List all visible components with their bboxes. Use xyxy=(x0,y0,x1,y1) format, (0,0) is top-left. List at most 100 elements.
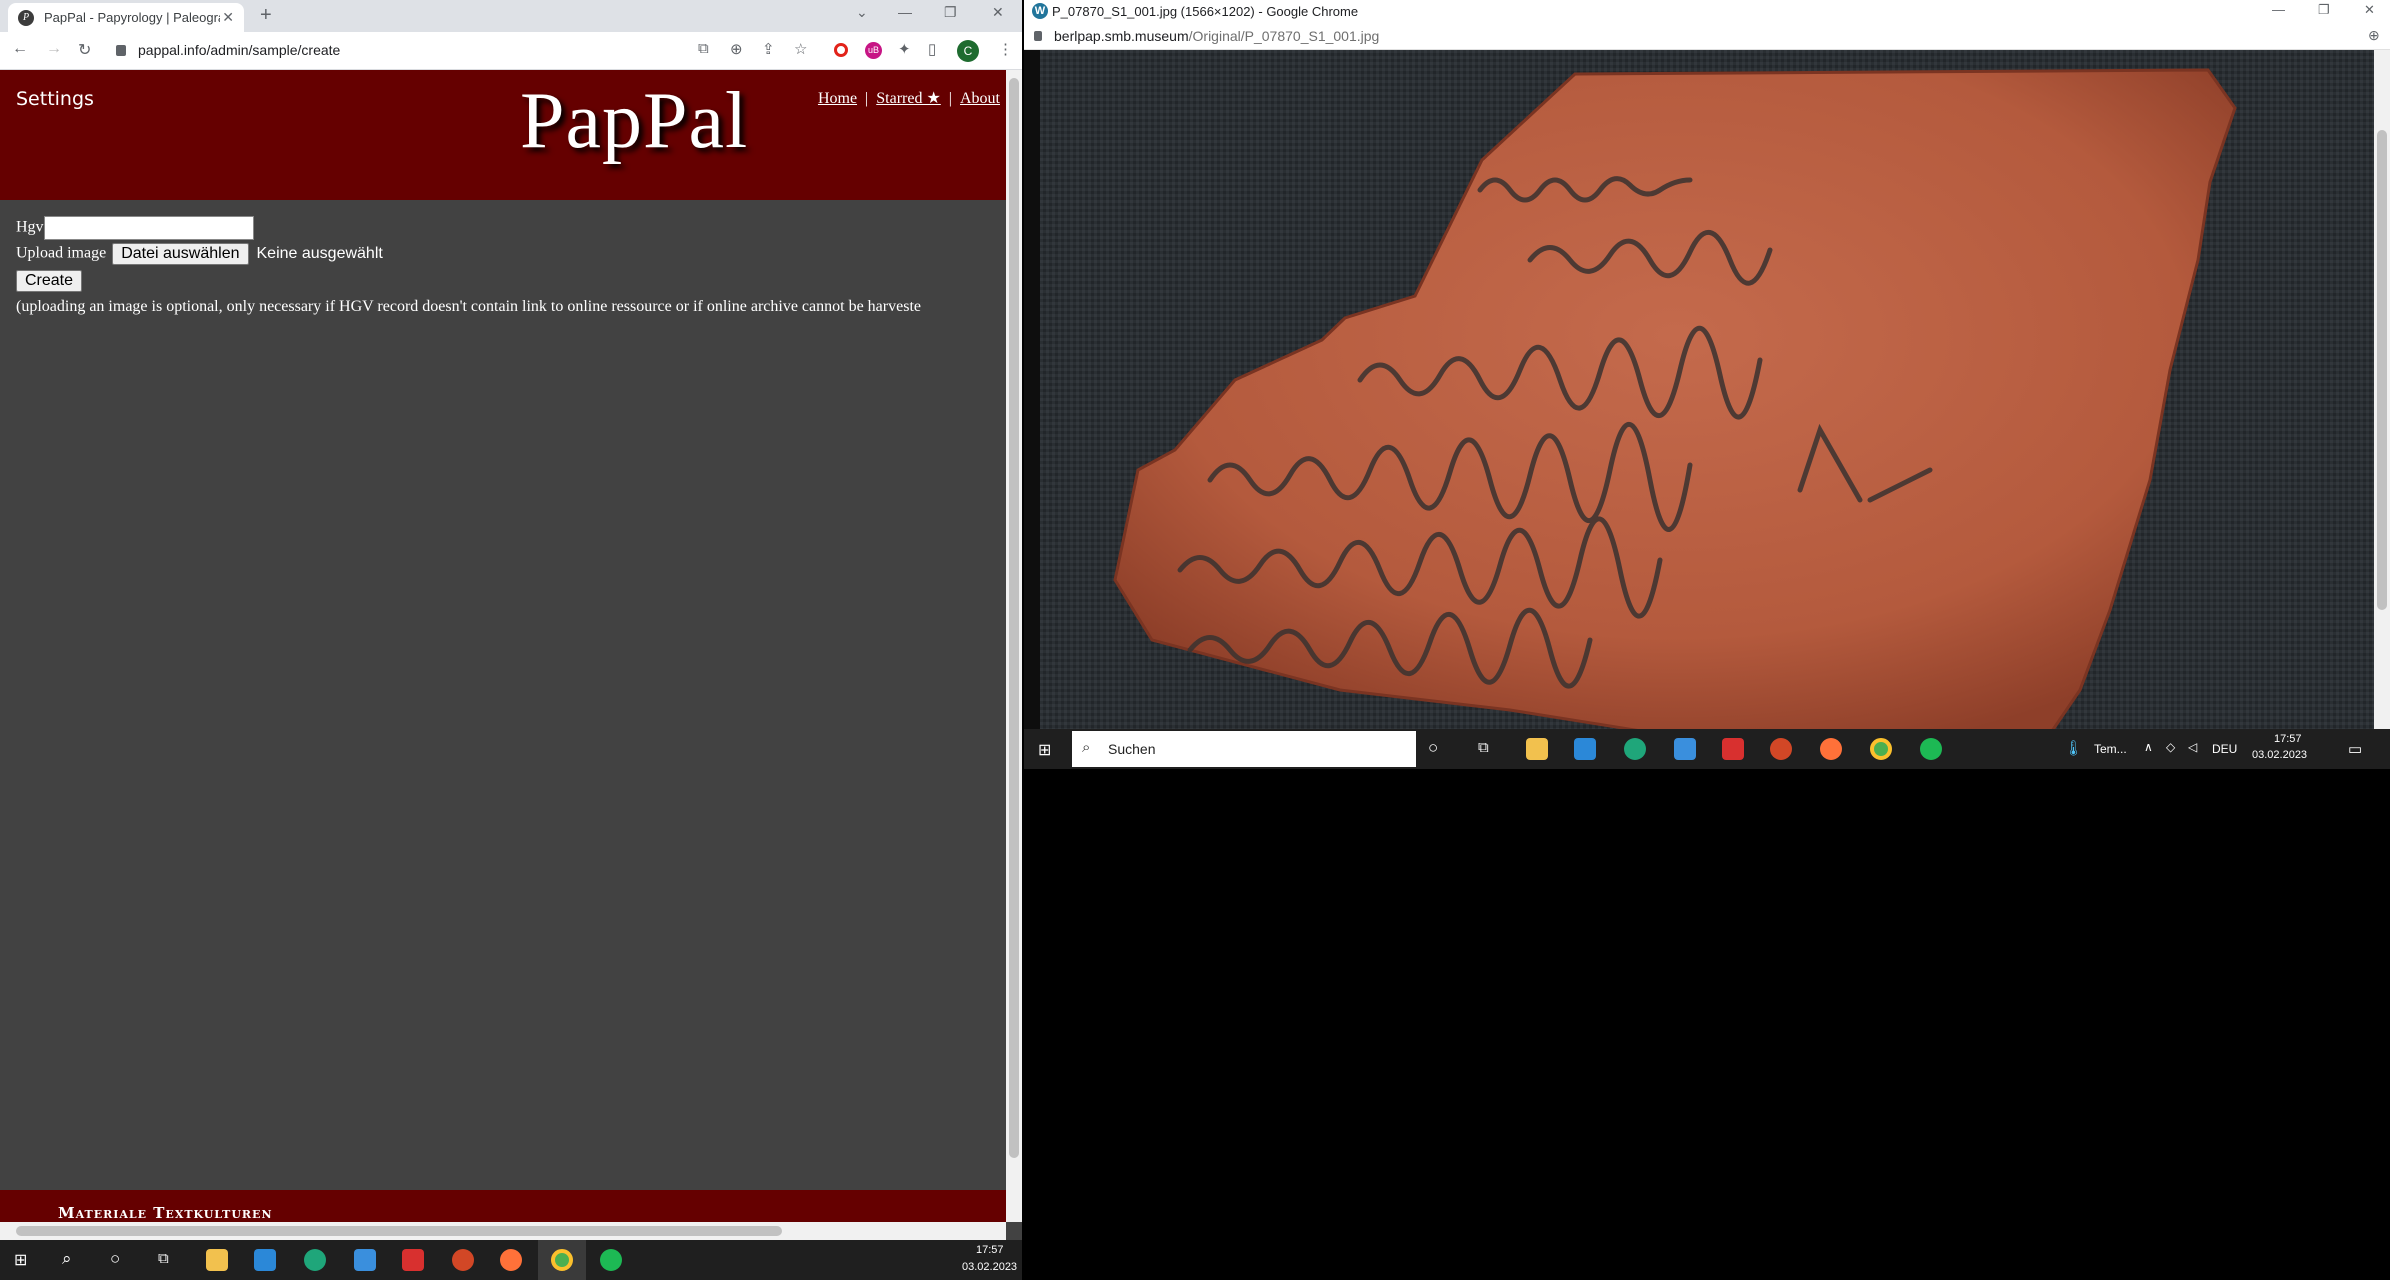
bottom-chrome-icon[interactable] xyxy=(551,1249,573,1271)
bottom-start-icon[interactable]: ⊞ xyxy=(14,1250,27,1270)
extension-magenta-icon[interactable]: uB xyxy=(865,42,882,59)
bottom-acrobat-icon[interactable] xyxy=(402,1249,424,1271)
search-placeholder: Suchen xyxy=(1108,741,1156,757)
right-address-bar[interactable]: berlpap.smb.museum/Original/P_07870_S1_0… xyxy=(1024,22,2390,50)
create-button[interactable]: Create xyxy=(16,270,83,292)
site-favicon-icon: P xyxy=(18,9,34,26)
vertical-scroll-thumb[interactable] xyxy=(1009,78,1019,1158)
bottom-tray-date[interactable]: 03.02.2023 xyxy=(962,1261,1017,1273)
bottom-search-icon[interactable]: ⌕ xyxy=(62,1249,72,1269)
bottom-taskbar: ⊞ ⌕ ○ ⧉ 17:57 03.02.2023 xyxy=(0,1240,1022,1280)
right-lock-icon xyxy=(1034,31,1042,41)
bottom-powerpoint-icon[interactable] xyxy=(452,1249,474,1271)
bottom-task-view-icon[interactable]: ⧉ xyxy=(158,1250,169,1267)
url-text: pappal.info/admin/sample/create xyxy=(138,42,341,58)
weather-text[interactable]: Tem... xyxy=(2094,742,2127,756)
cortana-icon[interactable]: ○ xyxy=(1428,738,1438,758)
bottom-cortana-icon[interactable]: ○ xyxy=(110,1249,120,1269)
restore-icon[interactable]: ❐ xyxy=(944,4,957,21)
extensions-puzzle-icon[interactable]: ✦ xyxy=(898,40,911,58)
hgv-input[interactable] xyxy=(43,216,254,240)
vertical-scrollbar[interactable] xyxy=(1006,70,1022,1222)
horizontal-scrollbar[interactable] xyxy=(0,1222,1006,1240)
right-title-bar: W P_07870_S1_001.jpg (1566×1202) - Googl… xyxy=(1024,0,2390,22)
powerpoint-icon[interactable] xyxy=(1770,738,1792,760)
image-viewer[interactable] xyxy=(1040,50,2374,734)
upload-label: Upload image xyxy=(16,244,107,262)
address-bar[interactable]: pappal.info/admin/sample/create xyxy=(116,42,340,58)
network-icon[interactable]: ◇ xyxy=(2166,740,2175,754)
tab-search-icon[interactable]: ⌄ xyxy=(856,4,868,21)
search-icon: ⌕ xyxy=(1082,739,1091,756)
choose-file-button[interactable]: Datei auswählen xyxy=(112,243,249,265)
edge-icon[interactable] xyxy=(1624,738,1646,760)
task-view-icon[interactable]: ⧉ xyxy=(1478,739,1489,756)
tray-chevron-icon[interactable]: ∧ xyxy=(2144,740,2153,754)
bottom-store-icon[interactable] xyxy=(254,1249,276,1271)
notification-icon[interactable]: ▭ xyxy=(2348,740,2362,758)
right-minimize-icon[interactable]: — xyxy=(2272,2,2285,17)
file-explorer-icon[interactable] xyxy=(1526,738,1548,760)
lock-icon xyxy=(116,45,126,56)
chrome-icon[interactable] xyxy=(1870,738,1892,760)
file-status-text: Keine ausgewählt xyxy=(256,244,383,262)
upload-note: (uploading an image is optional, only ne… xyxy=(16,298,921,315)
nav-starred-link[interactable]: Starred ★ xyxy=(876,90,941,107)
side-panel-icon[interactable]: ▯ xyxy=(928,40,936,58)
tab-title: PapPal - Papyrology | Paleograph xyxy=(44,10,220,25)
browser-tab[interactable]: P PapPal - Papyrology | Paleograph ✕ xyxy=(8,3,244,32)
volume-icon[interactable]: ◁ xyxy=(2188,740,2197,754)
right-vertical-scrollbar[interactable] xyxy=(2374,50,2390,734)
mail-icon[interactable] xyxy=(1674,738,1696,760)
top-navigation: Home | Starred ★ | About xyxy=(817,90,1000,107)
forward-icon[interactable]: → xyxy=(46,40,62,58)
nav-home-link[interactable]: Home xyxy=(818,90,857,107)
new-tab-icon[interactable]: + xyxy=(260,4,272,27)
bookmark-star-icon[interactable]: ☆ xyxy=(794,40,807,58)
share-icon[interactable]: ⇪ xyxy=(762,40,775,58)
translate-icon[interactable]: ⧉ xyxy=(698,40,709,57)
weather-icon: 🌡 xyxy=(2064,740,2084,757)
tab-bar: P PapPal - Papyrology | Paleograph ✕ + ⌄… xyxy=(0,0,1022,32)
horizontal-scroll-thumb[interactable] xyxy=(16,1226,782,1236)
bottom-mail-icon[interactable] xyxy=(354,1249,376,1271)
right-restore-icon[interactable]: ❐ xyxy=(2318,2,2330,18)
start-icon[interactable]: ⊞ xyxy=(1038,740,1051,760)
tray-time[interactable]: 17:57 xyxy=(2274,733,2302,745)
close-window-icon[interactable]: ✕ xyxy=(992,4,1004,21)
taskbar-search-box[interactable]: ⌕ Suchen xyxy=(1072,731,1416,767)
settings-link[interactable]: Settings xyxy=(16,88,94,110)
menu-kebab-icon[interactable]: ⋮ xyxy=(998,40,1013,58)
tray-date[interactable]: 03.02.2023 xyxy=(2252,749,2307,761)
acrobat-icon[interactable] xyxy=(1722,738,1744,760)
hgv-label: Hgv xyxy=(16,218,44,236)
right-scroll-thumb[interactable] xyxy=(2377,130,2387,610)
back-icon[interactable]: ← xyxy=(12,40,28,58)
zoom-icon[interactable]: ⊕ xyxy=(730,40,743,58)
profile-avatar[interactable]: C xyxy=(957,40,979,62)
bottom-edge-icon[interactable] xyxy=(304,1249,326,1271)
page-content: Settings PapPal Home | Starred ★ | About Hgv… xyxy=(0,70,1006,1222)
right-taskbar: ⊞ ⌕ Suchen ○ ⧉ 🌡 Tem... ∧ ◇ ◁ DEU 17:57 … xyxy=(1024,729,2390,769)
reload-icon[interactable]: ↻ xyxy=(78,40,91,60)
right-window-title: P_07870_S1_001.jpg (1566×1202) - Google … xyxy=(1052,4,1359,19)
extension-red-icon[interactable] xyxy=(834,43,848,57)
wordpress-favicon-icon: W xyxy=(1032,3,1048,19)
spotify-icon[interactable] xyxy=(1920,738,1942,760)
language-indicator[interactable]: DEU xyxy=(2212,742,2237,756)
nav-about-link[interactable]: About xyxy=(960,90,1000,107)
bottom-spotify-icon[interactable] xyxy=(600,1249,622,1271)
close-tab-icon[interactable]: ✕ xyxy=(222,9,234,26)
right-close-icon[interactable]: ✕ xyxy=(2364,2,2375,18)
bottom-tray-time[interactable]: 17:57 xyxy=(976,1244,1004,1256)
left-browser-window: P PapPal - Papyrology | Paleograph ✕ + ⌄… xyxy=(0,0,1022,1240)
bottom-firefox-icon[interactable] xyxy=(500,1249,522,1271)
site-logo[interactable]: PapPal xyxy=(520,76,748,167)
firefox-icon[interactable] xyxy=(1820,738,1842,760)
bottom-file-explorer-icon[interactable] xyxy=(206,1249,228,1271)
store-icon[interactable] xyxy=(1574,738,1596,760)
minimize-icon[interactable]: — xyxy=(898,4,912,20)
upload-row: Upload image Datei auswählen Keine ausge… xyxy=(16,243,383,265)
right-zoom-icon[interactable]: ⊕ xyxy=(2368,27,2380,44)
address-toolbar: ← → ↻ pappal.info/admin/sample/create ⧉ … xyxy=(0,32,1022,70)
